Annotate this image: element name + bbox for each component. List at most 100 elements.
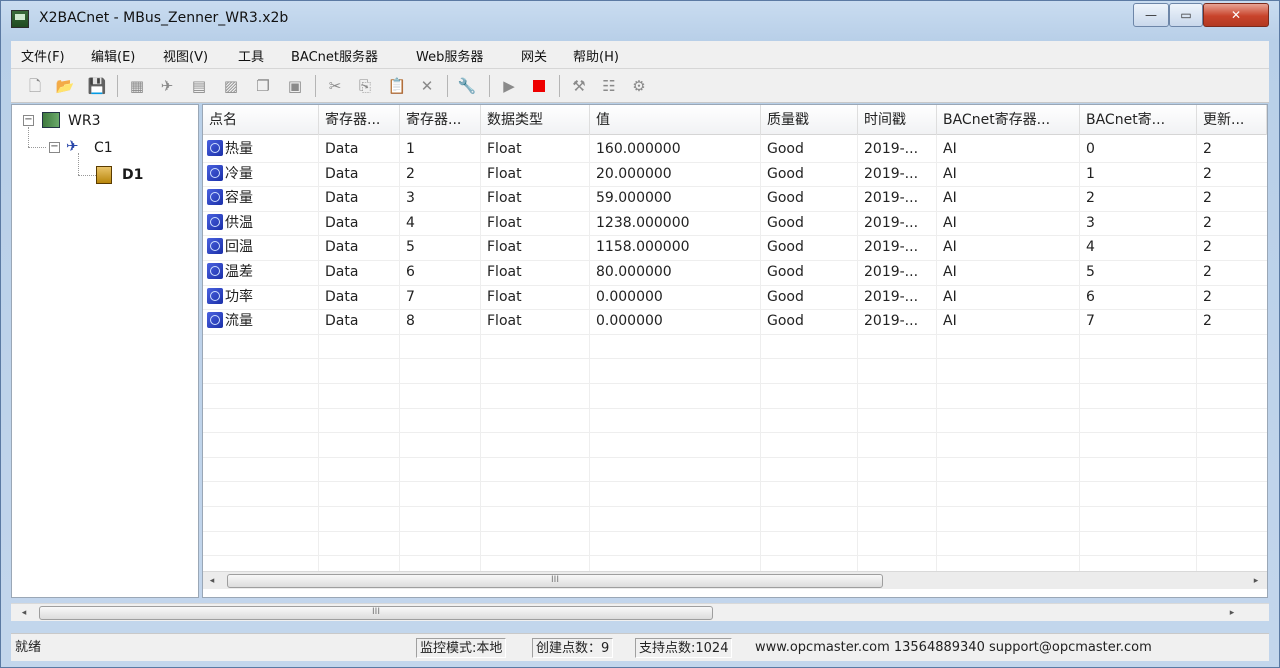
cell-bacnet-instance: 5: [1086, 264, 1095, 280]
collapse-icon[interactable]: −: [23, 115, 34, 126]
cell-data-type: Float: [487, 214, 522, 231]
table-horizontal-scrollbar[interactable]: ◂ III ▸: [203, 571, 1267, 589]
cell-update: 2: [1203, 141, 1212, 157]
cell-timestamp: 2019-...: [864, 313, 919, 330]
column-header-name[interactable]: 点名: [203, 105, 319, 135]
cell-quality: Good: [767, 141, 804, 157]
column-header-bacnet-instance[interactable]: BACnet寄...: [1080, 105, 1197, 135]
delete-icon[interactable]: ✕: [417, 76, 437, 96]
collapse-icon[interactable]: −: [49, 142, 60, 153]
scroll-thumb[interactable]: III: [39, 606, 713, 620]
column-header-register-address[interactable]: 寄存器...: [400, 105, 481, 135]
project-tree[interactable]: − WR3 − ✈ C1 D1: [11, 104, 199, 598]
cell-quality: Good: [767, 214, 804, 231]
menu-file[interactable]: 文件(F): [21, 46, 65, 65]
table-row[interactable]: 温差 Data 6 Float 80.000000 Good 2019-... AI 5 2: [203, 260, 1267, 285]
scroll-right-arrow[interactable]: ▸: [1223, 604, 1241, 622]
paste-device-icon[interactable]: ▣: [285, 76, 305, 96]
cell-update: 2: [1203, 313, 1212, 330]
tree-label-device: D1: [122, 167, 144, 183]
column-header-register-type[interactable]: 寄存器...: [319, 105, 400, 135]
cell-bacnet-register: AI: [943, 190, 957, 207]
menu-gateway[interactable]: 网关: [521, 46, 547, 65]
paste-icon[interactable]: 📋: [387, 76, 407, 96]
cell-bacnet-instance: 1: [1086, 165, 1095, 182]
new-icon[interactable]: 🗋: [25, 76, 45, 96]
table-row[interactable]: 功率 Data 7 Float 0.000000 Good 2019-... AI 6 2: [203, 285, 1267, 310]
cell-point-name: 冷量: [203, 162, 319, 187]
cell-quality: Good: [767, 165, 804, 182]
cell-bacnet-instance: 6: [1086, 288, 1095, 305]
stop-icon[interactable]: [529, 76, 549, 96]
table-row[interactable]: 供温 Data 4 Float 1238.000000 Good 2019-... AI 3 2: [203, 211, 1267, 236]
point-name-label: 回温: [225, 239, 253, 256]
cell-register-type: Data: [325, 165, 359, 182]
cell-bacnet-register: AI: [943, 264, 957, 280]
column-header-bacnet-register[interactable]: BACnet寄存器...: [937, 105, 1080, 135]
cell-update: 2: [1203, 264, 1212, 280]
cell-register-address: 8: [406, 313, 415, 330]
table-row[interactable]: 容量 Data 3 Float 59.000000 Good 2019-... AI 2 2: [203, 186, 1267, 211]
cell-update: 2: [1203, 165, 1212, 182]
data-point-icon: [207, 213, 223, 230]
cell-bacnet-instance: 4: [1086, 239, 1095, 256]
cell-timestamp: 2019-...: [864, 190, 919, 207]
data-point-icon: [207, 287, 223, 304]
cell-register-type: Data: [325, 288, 359, 305]
batch-icon[interactable]: ☷: [599, 76, 619, 96]
properties-icon[interactable]: 🔧: [457, 76, 477, 96]
add-channel-icon[interactable]: ✈: [157, 76, 177, 96]
cell-update: 2: [1203, 190, 1212, 207]
table-row[interactable]: 流量 Data 8 Float 0.000000 Good 2019-... AI 7 2: [203, 309, 1267, 334]
cell-quality: Good: [767, 288, 804, 305]
cell-timestamp: 2019-...: [864, 165, 919, 182]
points-table[interactable]: 点名 寄存器... 寄存器... 数据类型 值 质量戳 时间戳 BACnet寄存…: [202, 104, 1268, 598]
table-row[interactable]: 冷量 Data 2 Float 20.000000 Good 2019-... AI 1 2: [203, 162, 1267, 187]
open-icon[interactable]: 📂: [55, 76, 75, 96]
cut-icon[interactable]: ✂: [325, 76, 345, 96]
tools-icon[interactable]: ⚒: [569, 76, 589, 96]
scroll-right-arrow[interactable]: ▸: [1247, 572, 1265, 590]
menu-view[interactable]: 视图(V): [163, 46, 208, 65]
run-icon[interactable]: ▶: [499, 76, 519, 96]
menu-help[interactable]: 帮助(H): [573, 46, 619, 65]
menu-web-server[interactable]: Web服务器: [416, 46, 483, 65]
copy-device-icon[interactable]: ❐: [253, 76, 273, 96]
scroll-thumb[interactable]: III: [227, 574, 883, 588]
status-bar: 就绪 监控模式:本地 创建点数：9 支持点数:1024 www.opcmaste…: [11, 633, 1269, 661]
column-header-data-type[interactable]: 数据类型: [481, 105, 590, 135]
add-device-icon[interactable]: ▤: [189, 76, 209, 96]
scroll-left-arrow[interactable]: ◂: [15, 604, 33, 622]
menu-tools[interactable]: 工具: [238, 46, 264, 65]
status-created-points: 创建点数：9: [532, 638, 614, 658]
cell-register-address: 5: [406, 239, 415, 256]
column-header-update[interactable]: 更新...: [1197, 105, 1267, 135]
table-row[interactable]: 回温 Data 5 Float 1158.000000 Good 2019-... AI 4 2: [203, 235, 1267, 260]
cell-timestamp: 2019-...: [864, 288, 919, 305]
maximize-button[interactable]: ▭: [1169, 3, 1203, 27]
window-horizontal-scrollbar[interactable]: ◂ III ▸: [11, 603, 1269, 621]
minimize-button[interactable]: —: [1133, 3, 1169, 27]
add-server-icon[interactable]: ▦: [127, 76, 147, 96]
settings-icon[interactable]: ⚙: [629, 76, 649, 96]
point-name-label: 流量: [225, 313, 253, 330]
data-point-icon: [207, 238, 223, 255]
column-header-timestamp[interactable]: 时间戳: [858, 105, 937, 135]
close-button[interactable]: ✕: [1203, 3, 1269, 27]
cell-point-name: 容量: [203, 186, 319, 211]
scroll-left-arrow[interactable]: ◂: [203, 572, 221, 590]
cell-bacnet-instance: 0: [1086, 141, 1095, 157]
point-name-label: 热量: [225, 141, 253, 157]
menu-edit[interactable]: 编辑(E): [91, 46, 135, 65]
add-point-icon[interactable]: ▨: [221, 76, 241, 96]
cell-value: 1238.000000: [596, 214, 690, 231]
cell-value: 1158.000000: [596, 239, 690, 256]
cell-update: 2: [1203, 214, 1212, 231]
menu-bacnet-server[interactable]: BACnet服务器: [291, 46, 378, 65]
table-row[interactable]: 热量 Data 1 Float 160.000000 Good 2019-... AI 0 2: [203, 137, 1267, 162]
copy-icon[interactable]: ⎘: [355, 76, 375, 96]
save-icon[interactable]: 💾: [87, 76, 107, 96]
cell-register-type: Data: [325, 214, 359, 231]
column-header-value[interactable]: 值: [590, 105, 761, 135]
column-header-quality[interactable]: 质量戳: [761, 105, 858, 135]
